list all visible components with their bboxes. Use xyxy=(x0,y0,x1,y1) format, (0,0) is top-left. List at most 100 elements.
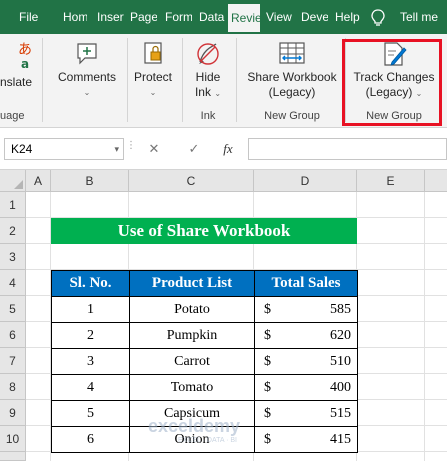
tab-page-layout[interactable]: Page Layout xyxy=(130,0,157,34)
comments-label: Comments xyxy=(57,70,116,84)
tab-developer[interactable]: Developer xyxy=(301,0,328,34)
svg-text:あ: あ xyxy=(18,42,31,58)
chevron-down-icon: ⌄ xyxy=(149,88,157,97)
tab-review[interactable]: Review xyxy=(228,4,260,34)
currency-symbol: $ xyxy=(264,432,271,447)
row-header-9[interactable]: 9 xyxy=(0,400,26,426)
table-cell-sl[interactable]: 4 xyxy=(51,374,130,401)
column-header-e[interactable]: E xyxy=(357,170,425,192)
gridline xyxy=(424,192,425,461)
comment-icon xyxy=(77,43,97,65)
table-cell-sl[interactable]: 3 xyxy=(51,348,130,375)
table-cell-product[interactable]: Potato xyxy=(129,296,255,323)
group-divider xyxy=(42,38,43,122)
sales-value: 510 xyxy=(330,354,351,369)
table-header-product-list[interactable]: Product List xyxy=(129,270,255,297)
table-cell-product[interactable]: Tomato xyxy=(129,374,255,401)
tab-formulas[interactable]: Formulas xyxy=(165,0,192,34)
share-workbook-icon xyxy=(279,42,305,64)
exceldemy-watermark: exceldemy xyxy=(148,416,241,436)
formula-bar: K24 ▾ ⋮ ✕ ✓ fx xyxy=(0,128,447,170)
row-header-1[interactable]: 1 xyxy=(0,192,26,218)
sales-value: 515 xyxy=(330,406,351,421)
table-cell-sales[interactable]: $510 xyxy=(254,348,358,375)
share-workbook-label-2: (Legacy) xyxy=(268,85,316,99)
row-header-5[interactable]: 5 xyxy=(0,296,26,322)
row-header-3[interactable]: 3 xyxy=(0,244,26,270)
translate-button[interactable]: あ a nslate xyxy=(0,40,40,89)
column-header-f[interactable] xyxy=(425,170,447,192)
row-header-4[interactable]: 4 xyxy=(0,270,26,296)
excel-window: File Home Insert Page Layout Formulas Da… xyxy=(0,0,447,461)
protect-sheet-icon xyxy=(144,42,162,64)
row-header-11[interactable] xyxy=(0,452,26,461)
tab-file[interactable]: File xyxy=(19,0,47,34)
currency-symbol: $ xyxy=(264,380,271,395)
sales-value: 620 xyxy=(330,328,351,343)
share-workbook-label-1: Share Workbook xyxy=(247,70,337,84)
select-all-button[interactable] xyxy=(0,170,26,192)
tab-home[interactable]: Home xyxy=(63,0,87,34)
table-cell-product[interactable]: Pumpkin xyxy=(129,322,255,349)
cancel-icon[interactable]: ✕ xyxy=(143,138,165,160)
protect-label: Protect xyxy=(133,70,172,84)
currency-symbol: $ xyxy=(264,406,271,421)
table-cell-sl[interactable]: 2 xyxy=(51,322,130,349)
comments-button[interactable]: Comments ⌄ xyxy=(52,40,122,100)
row-header-10[interactable]: 10 xyxy=(0,426,26,452)
table-cell-sl[interactable]: 6 xyxy=(51,426,130,453)
sheet-title[interactable]: Use of Share Workbook xyxy=(51,218,357,244)
tab-data[interactable]: Data xyxy=(199,0,225,34)
enter-icon[interactable]: ✓ xyxy=(183,138,205,160)
hide-ink-icon xyxy=(197,43,219,65)
row-header-2[interactable]: 2 xyxy=(0,218,26,244)
table-header-sl-no[interactable]: Sl. No. xyxy=(51,270,130,297)
formula-input[interactable] xyxy=(248,138,447,160)
column-header-a[interactable]: A xyxy=(26,170,51,192)
table-cell-product[interactable]: Carrot xyxy=(129,348,255,375)
table-cell-sales[interactable]: $585 xyxy=(254,296,358,323)
protect-button[interactable]: Protect ⌄ xyxy=(128,40,178,100)
share-workbook-legacy-button[interactable]: Share Workbook (Legacy) xyxy=(240,40,344,100)
currency-symbol: $ xyxy=(264,302,271,317)
translate-icon: あ a xyxy=(18,42,31,70)
translate-label: nslate xyxy=(0,75,33,89)
ribbon-tab-bar: File Home Insert Page Layout Formulas Da… xyxy=(0,0,447,34)
row-header-7[interactable]: 7 xyxy=(0,348,26,374)
sales-value: 585 xyxy=(330,302,351,317)
row-header-8[interactable]: 8 xyxy=(0,374,26,400)
sales-value: 415 xyxy=(330,432,351,447)
chevron-down-icon: ▾ xyxy=(114,144,119,154)
tab-help[interactable]: Help xyxy=(335,0,361,34)
tab-insert[interactable]: Insert xyxy=(97,0,124,34)
column-header-c[interactable]: C xyxy=(129,170,254,192)
new-group-label: New Group xyxy=(264,110,320,122)
tab-view[interactable]: View xyxy=(266,0,294,34)
chevron-down-icon: ⌄ xyxy=(83,88,91,97)
table-cell-sales[interactable]: $400 xyxy=(254,374,358,401)
exceldemy-watermark-tagline: EXCEL · DATA · BI xyxy=(178,437,237,444)
select-all-triangle-icon xyxy=(14,180,23,189)
hide-ink-button[interactable]: Hide Ink ⌄ xyxy=(186,40,230,101)
column-header-b[interactable]: B xyxy=(51,170,129,192)
highlight-box xyxy=(342,39,442,126)
table-cell-sales[interactable]: $515 xyxy=(254,400,358,427)
name-box[interactable]: K24 ▾ xyxy=(4,138,124,160)
ink-group-label: Ink xyxy=(200,110,216,122)
table-cell-sl[interactable]: 1 xyxy=(51,296,130,323)
hide-ink-label-2: Ink xyxy=(194,85,211,99)
ribbon-review: あ a nslate uage Comments ⌄ Protect ⌄ Hid… xyxy=(0,34,447,128)
insert-function-icon[interactable]: fx xyxy=(217,138,239,160)
resize-handle-icon[interactable]: ⋮ xyxy=(126,140,136,151)
row-header-6[interactable]: 6 xyxy=(0,322,26,348)
hide-ink-label-1: Hide xyxy=(195,70,221,84)
table-header-total-sales[interactable]: Total Sales xyxy=(254,270,358,297)
tell-me-search[interactable]: Tell me xyxy=(400,0,447,34)
name-box-value: K24 xyxy=(11,142,33,156)
column-header-d[interactable]: D xyxy=(254,170,357,192)
table-cell-sales[interactable]: $620 xyxy=(254,322,358,349)
language-group-label: uage xyxy=(0,110,25,122)
table-cell-sl[interactable]: 5 xyxy=(51,400,130,427)
currency-symbol: $ xyxy=(264,328,271,343)
table-cell-sales[interactable]: $415 xyxy=(254,426,358,453)
